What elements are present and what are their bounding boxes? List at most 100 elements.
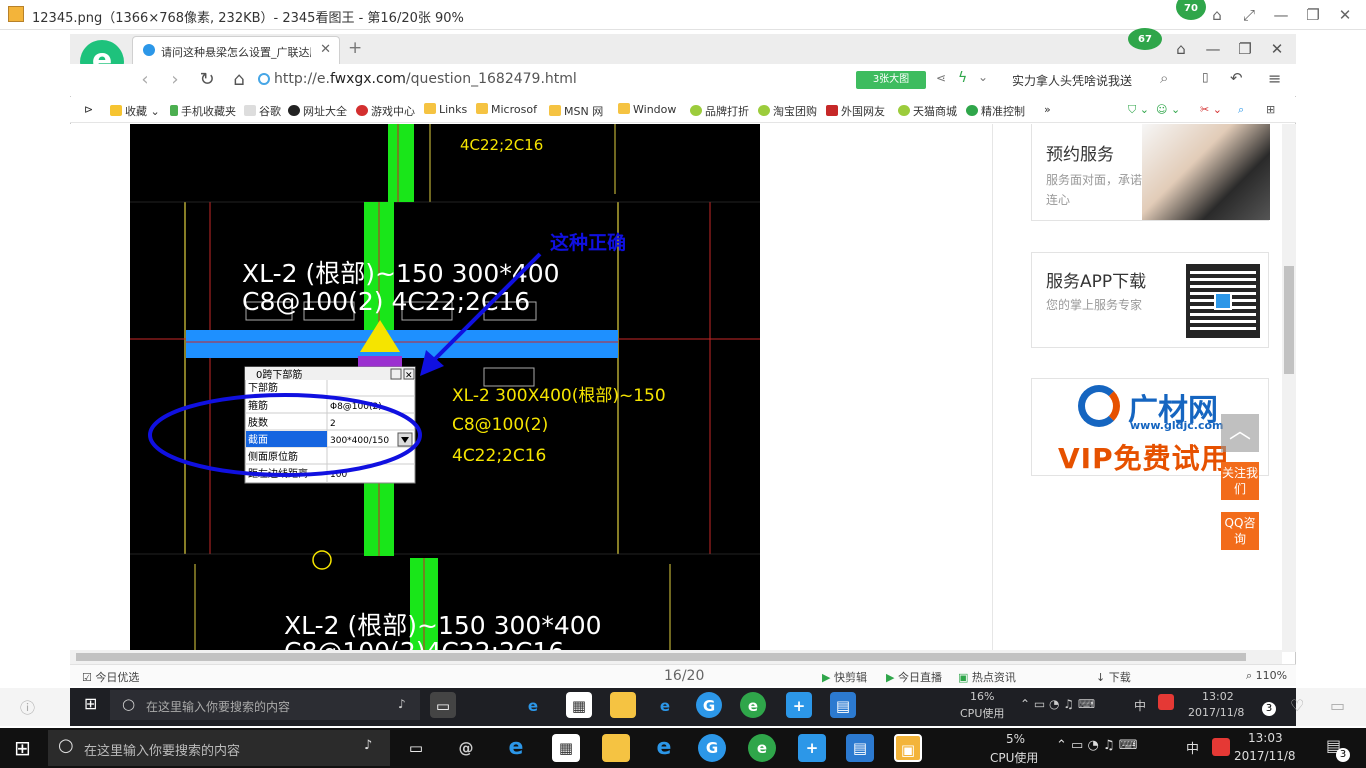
today-picks[interactable]: ☑ 今日优选 (82, 669, 139, 685)
browser-minimize-button[interactable]: — (1204, 40, 1222, 58)
home-icon[interactable]: ⌂ (228, 69, 250, 91)
search-icon[interactable]: ⌕ (1160, 69, 1168, 87)
bookmark-item[interactable]: 品牌打折 (690, 103, 749, 119)
back-to-top-button[interactable]: ︿ (1221, 414, 1259, 452)
inner-sogou-icon[interactable] (1158, 694, 1174, 710)
back-icon[interactable]: ‹ (134, 69, 156, 91)
maximize-button[interactable]: ❐ (1304, 6, 1322, 24)
app-download-card[interactable]: 服务APP下载 您的掌上服务专家 (1031, 252, 1269, 348)
dropdown-icon[interactable]: ⌄ (978, 70, 988, 84)
taskbar-app-plus[interactable]: + (798, 734, 826, 762)
inner-app-glodon[interactable]: G (696, 692, 722, 718)
panel-row-value[interactable]: 300*400/150 (330, 436, 389, 446)
taskbar-app-explorer[interactable] (602, 734, 630, 762)
refresh-icon[interactable]: ↻ (196, 69, 218, 91)
bookmark-folder[interactable]: Links (424, 103, 467, 116)
bookmark-item[interactable]: 游戏中心 (356, 103, 415, 119)
bookmark-folder[interactable]: Window (618, 103, 676, 116)
taskbar-app-spiral[interactable]: @ (452, 734, 480, 762)
vertical-scrollbar[interactable] (1282, 124, 1296, 652)
taskbar-mic-icon[interactable]: ♪ (364, 738, 372, 753)
ime-indicator[interactable]: 中 (1186, 738, 1199, 757)
bookmark-folder[interactable]: Microsof (476, 103, 537, 116)
start-button[interactable]: ⊞ (14, 736, 31, 760)
browser-badge[interactable]: 67 (1128, 28, 1162, 50)
bookmarks-more-icon[interactable]: » (1044, 103, 1051, 116)
close-button[interactable]: ✕ (1336, 6, 1354, 24)
task-view-icon[interactable]: ▭ (402, 734, 430, 762)
taskbar-app-viewer[interactable]: ▣ (894, 734, 922, 762)
inner-app-plus[interactable]: + (786, 692, 812, 718)
inner-task-icon[interactable]: ▭ (430, 692, 456, 718)
browser-maximize-button[interactable]: ❐ (1236, 40, 1254, 58)
inner-app-ie[interactable]: e (652, 692, 678, 718)
bookmark-item[interactable]: 淘宝团购 (758, 103, 817, 119)
inner-clock-date[interactable]: 2017/11/8 (1188, 706, 1244, 719)
viewer-badge[interactable]: 70 (1176, 0, 1206, 20)
service-card[interactable]: 预约服务 服务面对面，承诺心连心 (1031, 124, 1270, 221)
inner-notification-count[interactable]: 3 (1262, 702, 1276, 716)
taskbar-app-edge[interactable]: e (502, 734, 530, 762)
inner-clock-time[interactable]: 13:02 (1202, 690, 1234, 703)
shield-icon[interactable]: ⛉ ⌄ (1128, 103, 1149, 117)
bookmark-item[interactable]: 外国网友 (826, 103, 885, 119)
user-icon[interactable]: ☺ ⌄ (1156, 103, 1180, 116)
hscrollbar-thumb[interactable] (76, 653, 1246, 661)
undo-icon[interactable]: ↶ (1230, 69, 1243, 87)
clock-date[interactable]: 2017/11/8 (1234, 749, 1296, 763)
lightning-icon[interactable]: ϟ (958, 70, 967, 86)
skin-icon[interactable]: ⌂ (1172, 40, 1190, 58)
bookmark-folder[interactable]: MSN 网 (549, 103, 603, 119)
taskbar-app-2345[interactable]: e (748, 734, 776, 762)
bookmark-item[interactable]: 手机收藏夹 (170, 103, 236, 119)
tab-close-icon[interactable]: ✕ (320, 42, 331, 57)
horizontal-scrollbar[interactable] (70, 650, 1282, 664)
inner-app-calendar[interactable]: ▤ (830, 692, 856, 718)
qq-consult-button[interactable]: QQ咨询 (1221, 512, 1259, 550)
status-item-news[interactable]: ▣ 热点资讯 (958, 669, 1016, 685)
mobile-icon[interactable]: ▯ (1202, 70, 1209, 84)
inner-info-icon[interactable]: ⓘ (20, 697, 35, 718)
shirt-icon[interactable]: ⌂ (1208, 6, 1226, 24)
forward-icon[interactable]: › (164, 69, 186, 91)
new-tab-button[interactable]: + (348, 38, 362, 58)
fullscreen-icon[interactable]: ⤢ (1240, 6, 1258, 24)
find-icon[interactable]: ⌕ (1238, 103, 1244, 117)
status-item-clip[interactable]: ▶ 快剪辑 (822, 669, 867, 685)
property-panel[interactable]: 0跨下部筋 ✕ 下部筋 箍筋 Φ8@100(2) 肢数 2 截面 300*400… (244, 366, 416, 484)
bookmark-item[interactable]: 精准控制 (966, 103, 1025, 119)
bookmarks-toggle-icon[interactable]: ⊳ (84, 103, 93, 116)
inner-app-folder[interactable] (610, 692, 636, 718)
big-image-button[interactable]: 3张大图 (856, 71, 926, 89)
bookmark-item[interactable]: 谷歌 (244, 103, 281, 119)
tab-active[interactable]: 请问这种悬梁怎么设置_广联达服 ✕ (132, 36, 340, 64)
inner-mic-icon[interactable]: ♪ (398, 697, 406, 711)
heart-icon[interactable]: ♡ (1290, 696, 1304, 715)
minimize-button[interactable]: — (1272, 6, 1290, 24)
taskbar-app-calendar[interactable]: ▤ (846, 734, 874, 762)
sogou-icon[interactable] (1212, 738, 1230, 756)
tools-icon[interactable]: ✂ ⌄ (1200, 103, 1222, 116)
panel-close-icon[interactable]: ✕ (405, 371, 413, 381)
status-item-live[interactable]: ▶ 今日直播 (886, 669, 942, 685)
menu-icon[interactable]: ≡ (1268, 69, 1281, 88)
inner-start-button[interactable]: ⊞ (84, 694, 97, 713)
inner-app-2345[interactable]: e (740, 692, 766, 718)
taskbar-app-glodon[interactable]: G (698, 734, 726, 762)
inner-ime[interactable]: 中 (1134, 697, 1146, 714)
taskbar-app-ie[interactable]: e (650, 734, 678, 762)
clock-time[interactable]: 13:03 (1248, 731, 1283, 745)
inner-app-edge[interactable]: e (520, 692, 546, 718)
taskbar-app-store[interactable]: ▦ (552, 734, 580, 762)
share-icon[interactable]: ⋖ (936, 71, 946, 85)
status-item-download[interactable]: ↓ 下载 (1096, 669, 1131, 685)
inner-tray-icons[interactable]: ⌃ ▭ ◔ ♫ ⌨ (1020, 697, 1095, 711)
bookmark-item[interactable]: 天猫商城 (898, 103, 957, 119)
bookmark-item[interactable]: 网址大全 (288, 103, 347, 119)
tray-icons[interactable]: ⌃ ▭ ◔ ♫ ⌨ (1056, 738, 1137, 753)
inner-app-store[interactable]: ▦ (566, 692, 592, 718)
follow-us-button[interactable]: 关注我们 (1221, 462, 1259, 500)
zoom-level[interactable]: ⌕ 110% (1246, 669, 1287, 683)
grid-icon[interactable]: ⊞ (1266, 103, 1275, 116)
bookmark-item[interactable]: 收藏 ⌄ (110, 103, 160, 119)
